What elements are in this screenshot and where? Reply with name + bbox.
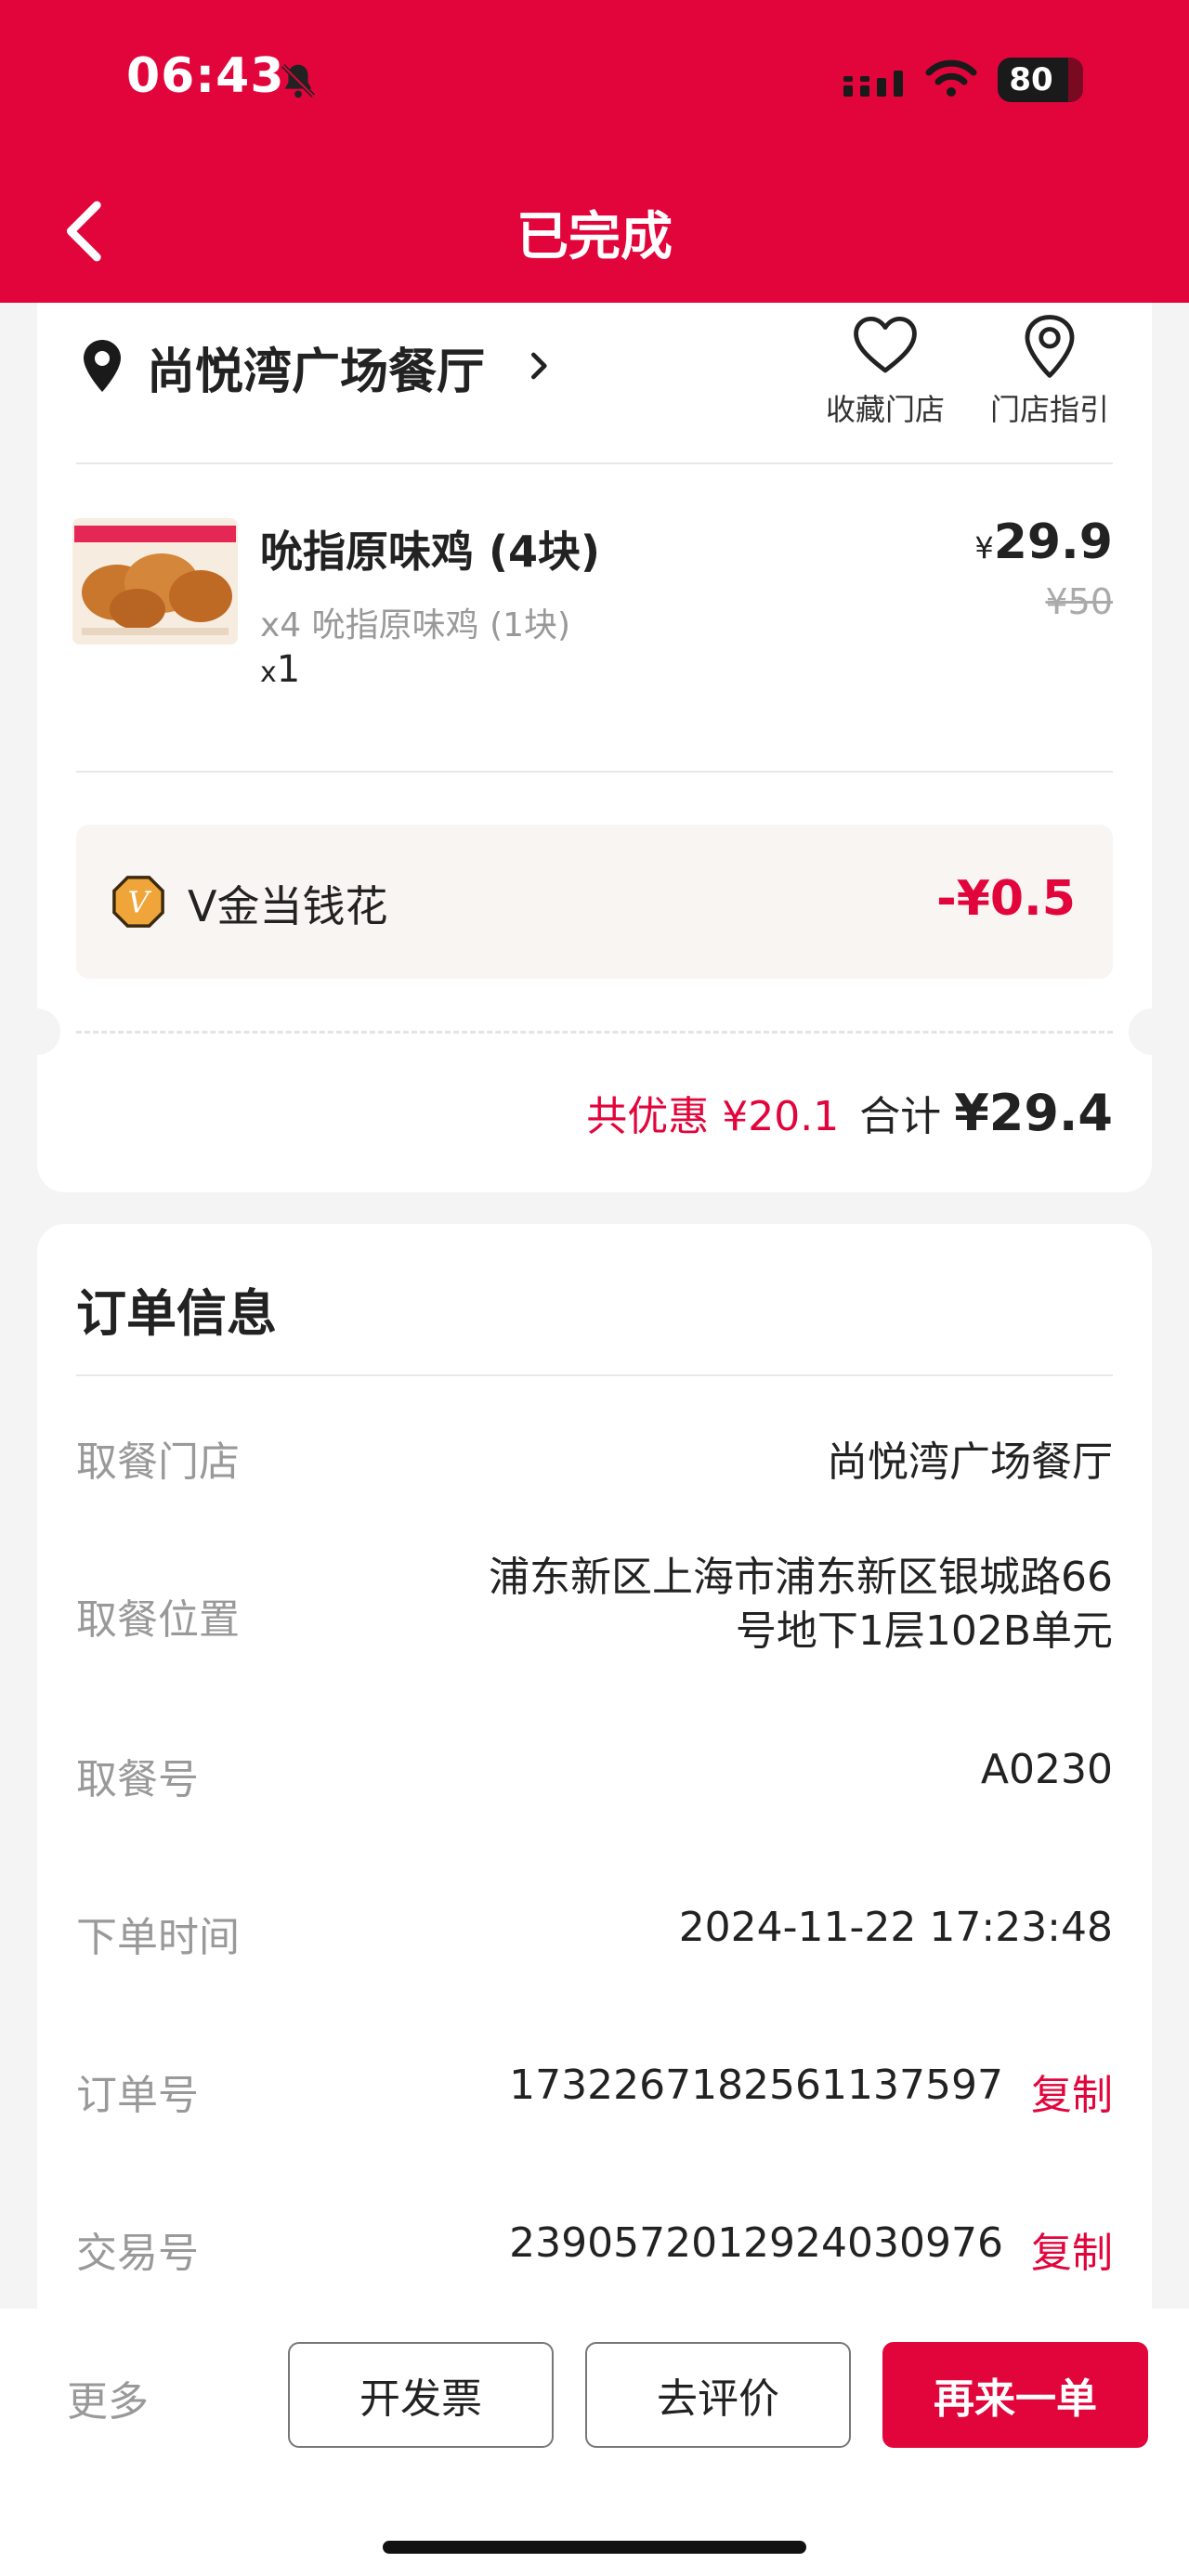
- order-number-value: 1732267182561137597: [509, 2062, 1003, 2109]
- reorder-button[interactable]: 再来一单: [882, 2342, 1148, 2448]
- location-pin-icon: [84, 340, 121, 392]
- page-title: 已完成: [516, 207, 673, 267]
- svg-text:V: V: [127, 885, 151, 920]
- order-totals: 共优惠 ¥20.1 合计 ¥29.4: [586, 1083, 1113, 1142]
- store-name-link[interactable]: 尚悦湾广场餐厅: [147, 332, 485, 402]
- quantity-value: 1: [276, 648, 301, 691]
- battery-indicator: 80: [998, 58, 1083, 102]
- heart-icon: [854, 316, 917, 373]
- fried-chicken-image: [72, 518, 238, 644]
- item-price: ¥29.9: [974, 514, 1113, 570]
- total-discount: 共优惠 ¥20.1: [586, 1093, 840, 1140]
- item-description: x4 吮指原味鸡 (1块): [260, 606, 571, 644]
- quantity-prefix: x: [260, 657, 277, 689]
- status-time: 06:43: [126, 48, 285, 104]
- divider: [76, 462, 1113, 464]
- more-button[interactable]: 更多: [67, 2368, 149, 2427]
- divider: [76, 1374, 1113, 1376]
- order-number-label: 订单号: [76, 2072, 199, 2119]
- transaction-number-label: 交易号: [76, 2230, 199, 2277]
- copy-transaction-number-button[interactable]: 复制: [1031, 2219, 1113, 2279]
- vgold-label: V金当钱花: [188, 881, 388, 931]
- pickup-store-value: 尚悦湾广场餐厅: [827, 1438, 1113, 1486]
- order-info-title: 订单信息: [76, 1284, 277, 1343]
- map-pin-outline-icon: [1025, 315, 1075, 378]
- total-value: ¥29.4: [954, 1084, 1113, 1142]
- favorite-store-button[interactable]: 收藏门店: [816, 312, 955, 451]
- vgold-amount: -¥0.5: [936, 871, 1076, 927]
- pickup-store-label: 取餐门店: [76, 1438, 240, 1486]
- home-indicator: [383, 2541, 806, 2554]
- chevron-right-icon[interactable]: [526, 347, 554, 384]
- pickup-location-label: 取餐位置: [76, 1596, 240, 1644]
- bottom-action-bar: 更多 开发票 去评价 再来一单: [0, 2309, 1189, 2576]
- original-price: ¥50: [1045, 581, 1113, 622]
- product-image: [72, 518, 238, 644]
- cellular-signal-icon: [843, 71, 903, 97]
- item-quantity: x1: [260, 648, 300, 691]
- battery-cap: [1068, 58, 1083, 102]
- total-label: 合计: [859, 1093, 942, 1140]
- ticket-notch-right: [1129, 1008, 1175, 1055]
- dashed-divider: [76, 1031, 1113, 1034]
- vgold-coin-icon: V: [112, 876, 164, 928]
- invoice-button[interactable]: 开发票: [288, 2342, 554, 2448]
- ticket-notch-left: [14, 1008, 60, 1055]
- favorite-store-label: 收藏门店: [825, 392, 945, 427]
- pickup-location-value: 浦东新区上海市浦东新区银城路66 号地下1层102B单元: [489, 1551, 1113, 1659]
- price-value: 29.9: [993, 514, 1113, 570]
- battery-level: 80: [1009, 61, 1053, 98]
- review-button[interactable]: 去评价: [585, 2342, 851, 2448]
- pickup-number-value: A0230: [980, 1746, 1113, 1793]
- divider: [76, 771, 1113, 773]
- price-symbol: ¥: [974, 530, 994, 566]
- pickup-number-label: 取餐号: [76, 1756, 199, 1803]
- store-guide-label: 门店指引: [989, 392, 1109, 427]
- header-bar: 06:43 80 已完成: [0, 0, 1189, 303]
- order-info-card: 订单信息 取餐门店 尚悦湾广场餐厅 取餐位置 浦东新区上海市浦东新区银城路66 …: [37, 1224, 1152, 2338]
- status-bar: 06:43 80: [0, 45, 1189, 119]
- wifi-icon: [925, 59, 977, 97]
- pickup-location-line1: 浦东新区上海市浦东新区银城路66: [489, 1554, 1113, 1601]
- vgold-discount-row: V V金当钱花 -¥0.5: [76, 825, 1113, 979]
- transaction-number-value: 2390572012924030976: [509, 2219, 1003, 2267]
- item-name: 吮指原味鸡 (4块): [260, 527, 601, 577]
- order-time-value: 2024-11-22 17:23:48: [678, 1904, 1113, 1951]
- order-summary-card: 尚悦湾广场餐厅 收藏门店 门店指引 吮指原味鸡 (4块) x4 吮指原味鸡 (1…: [14, 303, 1175, 1192]
- bell-muted-icon: [281, 63, 316, 98]
- copy-order-number-button[interactable]: 复制: [1031, 2062, 1113, 2121]
- pickup-location-line2: 号地下1层102B单元: [735, 1607, 1113, 1655]
- store-guide-button[interactable]: 门店指引: [975, 312, 1124, 451]
- order-time-label: 下单时间: [76, 1914, 240, 1961]
